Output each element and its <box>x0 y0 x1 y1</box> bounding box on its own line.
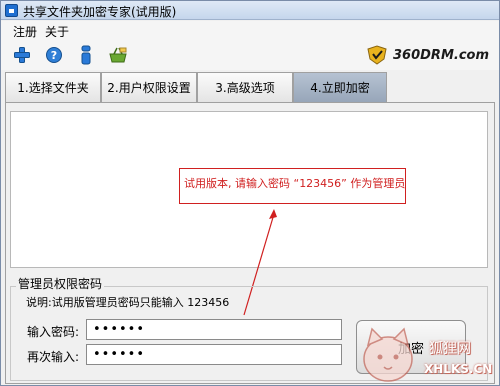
toolbar: ? 360DRM.com <box>1 40 499 70</box>
brand-text: 360DRM.com <box>393 47 489 63</box>
watermark-fox-icon <box>363 327 413 382</box>
help-icon[interactable]: ? <box>43 44 65 66</box>
basket-icon[interactable] <box>107 44 129 66</box>
tab-user-permissions[interactable]: 2.用户权限设置 <box>101 72 197 102</box>
menu-bar: 注册 关于 <box>1 21 499 40</box>
app-window: 共享文件夹加密专家(试用版) 注册 关于 ? 360DRM.com 1.选择文件… <box>0 0 500 386</box>
title-bar: 共享文件夹加密专家(试用版) <box>1 1 499 20</box>
password-label: 输入密码: <box>27 325 80 339</box>
app-icon <box>5 4 18 17</box>
window-title: 共享文件夹加密专家(试用版) <box>23 5 177 19</box>
info-icon[interactable] <box>75 44 97 66</box>
password-field[interactable]: •••••• <box>86 319 342 340</box>
svg-text:?: ? <box>51 49 57 62</box>
confirm-password-field[interactable]: •••••• <box>86 344 342 365</box>
add-icon[interactable] <box>11 44 33 66</box>
menu-about[interactable]: 关于 <box>43 23 71 40</box>
brand-shield-icon <box>367 45 387 65</box>
tab-encrypt-now[interactable]: 4.立即加密 <box>293 72 387 102</box>
confirm-password-label: 再次输入: <box>27 350 80 364</box>
watermark-text: 狐狸网 <box>429 341 471 357</box>
annotation-note: 试用版本, 请输入密码 “123456” 作为管理员 <box>179 168 406 204</box>
admin-description: 说明:试用版管理员密码只能输入 123456 <box>26 296 230 309</box>
menu-register[interactable]: 注册 <box>11 23 39 40</box>
brand-logo: 360DRM.com <box>366 44 489 66</box>
tab-strip: 1.选择文件夹 2.用户权限设置 3.高级选项 4.立即加密 <box>1 72 499 102</box>
tab-advanced-options[interactable]: 3.高级选项 <box>197 72 293 102</box>
admin-group-title: 管理员权限密码 <box>16 275 105 292</box>
tab-select-folder[interactable]: 1.选择文件夹 <box>5 72 101 102</box>
watermark-url: XHLKS.CN <box>424 362 493 376</box>
